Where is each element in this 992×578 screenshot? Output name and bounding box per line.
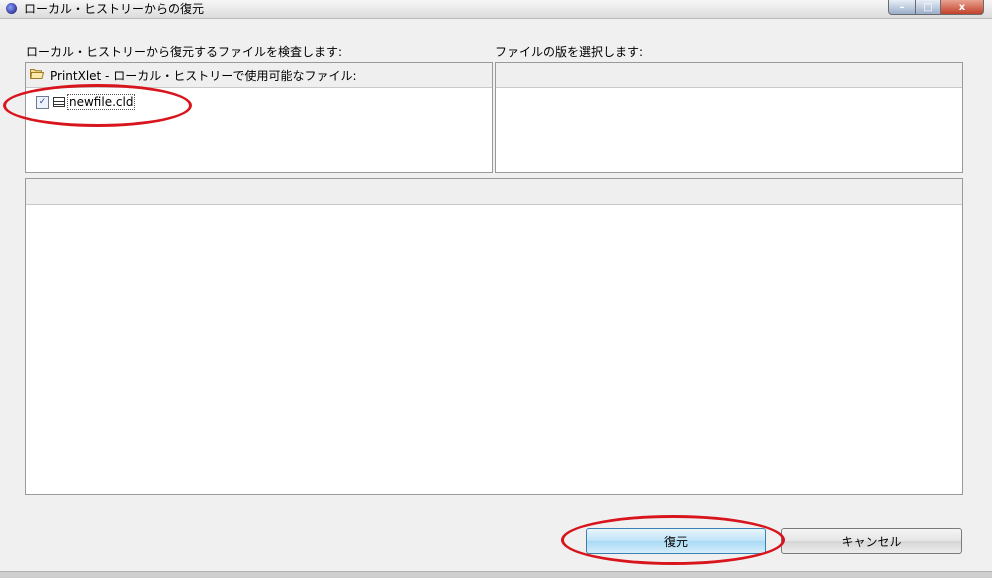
maximize-button[interactable]: □ <box>916 0 941 15</box>
maximize-icon: □ <box>923 1 933 13</box>
file-icon <box>53 97 65 107</box>
eclipse-app-icon <box>6 3 17 14</box>
file-list-header: PrintXlet - ローカル・ヒストリーで使用可能なファイル: <box>26 63 492 88</box>
file-list-header-text: PrintXlet - ローカル・ヒストリーで使用可能なファイル: <box>50 69 357 83</box>
file-name[interactable]: newfile.cld <box>67 94 136 110</box>
checkmark-icon: ✓ <box>38 96 47 107</box>
window-title: ローカル・ヒストリーからの復元 <box>24 2 205 16</box>
cancel-button[interactable]: キャンセル <box>781 528 962 554</box>
file-list-panel: PrintXlet - ローカル・ヒストリーで使用可能なファイル: ✓ newf… <box>25 62 493 173</box>
minimize-button[interactable]: – <box>888 0 916 15</box>
bottom-frame-edge <box>0 571 992 578</box>
folder-icon <box>30 69 44 79</box>
version-list-panel <box>495 62 963 173</box>
close-button[interactable]: x <box>941 0 984 15</box>
files-to-inspect-label: ローカル・ヒストリーから復元するファイルを検査します: <box>26 45 343 59</box>
window-controls: – □ x <box>888 0 984 15</box>
close-icon: x <box>958 1 966 13</box>
restore-button[interactable]: 復元 <box>586 528 766 554</box>
title-bar: ローカル・ヒストリーからの復元 – □ x <box>0 0 992 19</box>
select-version-label: ファイルの版を選択します: <box>495 45 644 59</box>
version-list-header <box>496 63 962 88</box>
file-row[interactable]: ✓ newfile.cld <box>36 93 136 111</box>
compare-preview-panel <box>25 178 963 495</box>
minimize-icon: – <box>899 1 905 13</box>
file-checkbox[interactable]: ✓ <box>36 95 49 109</box>
compare-preview-header <box>26 179 962 205</box>
